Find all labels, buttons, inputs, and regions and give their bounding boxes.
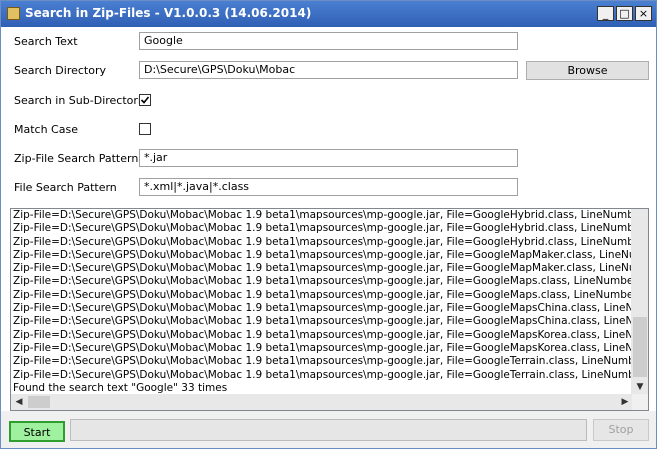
stop-button[interactable]: Stop [593, 419, 649, 441]
result-line: Zip-File=D:\Secure\GPS\Doku\Mobac\Mobac … [13, 248, 633, 261]
scroll-right-arrow-icon[interactable]: ▶ [617, 394, 633, 410]
result-line: Zip-File=D:\Secure\GPS\Doku\Mobac\Mobac … [13, 368, 633, 381]
maximize-button[interactable]: □ [616, 6, 633, 21]
result-line: Zip-File=D:\Secure\GPS\Doku\Mobac\Mobac … [13, 235, 633, 248]
result-line: Zip-File=D:\Secure\GPS\Doku\Mobac\Mobac … [13, 315, 633, 328]
result-line: Zip-File=D:\Secure\GPS\Doku\Mobac\Mobac … [13, 222, 633, 235]
result-line: Zip-File=D:\Secure\GPS\Doku\Mobac\Mobac … [13, 355, 633, 368]
results-list: Zip-File=D:\Secure\GPS\Doku\Mobac\Mobac … [13, 209, 633, 395]
bottom-bar: Start Stop [1, 411, 656, 448]
horizontal-scroll-thumb[interactable] [28, 396, 50, 408]
result-line: Zip-File=D:\Secure\GPS\Doku\Mobac\Mobac … [13, 209, 633, 221]
subdirectories-checkbox[interactable] [139, 94, 151, 106]
browse-button[interactable]: Browse [526, 61, 649, 80]
match-case-checkbox[interactable] [139, 123, 151, 135]
search-directory-label: Search Directory [14, 64, 106, 77]
result-line: Zip-File=D:\Secure\GPS\Doku\Mobac\Mobac … [13, 328, 633, 341]
file-pattern-input[interactable]: *.xml|*.java|*.class [139, 178, 518, 196]
progress-bar [70, 419, 587, 441]
search-text-input[interactable]: Google [139, 32, 518, 50]
scroll-left-arrow-icon[interactable]: ◀ [11, 394, 27, 410]
vertical-scrollbar[interactable]: ▼ [631, 209, 648, 395]
checkmark-icon [140, 96, 150, 104]
file-pattern-label: File Search Pattern [14, 181, 117, 194]
vertical-scroll-thumb[interactable] [633, 317, 647, 377]
result-line: Zip-File=D:\Secure\GPS\Doku\Mobac\Mobac … [13, 262, 633, 275]
subdirectories-label: Search in Sub-Directori [14, 94, 141, 107]
zip-pattern-input[interactable]: *.jar [139, 149, 518, 167]
match-case-label: Match Case [14, 123, 78, 136]
scrollbar-corner [632, 394, 648, 410]
title-bar[interactable]: Search in Zip-Files - V1.0.0.3 (14.06.20… [1, 1, 656, 27]
result-line: Zip-File=D:\Secure\GPS\Doku\Mobac\Mobac … [13, 275, 633, 288]
search-text-label: Search Text [14, 35, 78, 48]
zip-pattern-label: Zip-File Search Pattern [14, 152, 139, 165]
result-line: Zip-File=D:\Secure\GPS\Doku\Mobac\Mobac … [13, 288, 633, 301]
minimize-button[interactable]: _ [597, 6, 614, 21]
search-directory-input[interactable]: D:\Secure\GPS\Doku\Mobac [139, 61, 518, 79]
scroll-down-arrow-icon[interactable]: ▼ [632, 379, 648, 395]
results-textbox[interactable]: Zip-File=D:\Secure\GPS\Doku\Mobac\Mobac … [10, 208, 649, 411]
horizontal-scrollbar[interactable]: ◀ ▶ [11, 394, 633, 410]
result-line: Zip-File=D:\Secure\GPS\Doku\Mobac\Mobac … [13, 341, 633, 354]
close-button[interactable]: × [635, 6, 652, 21]
result-line: Zip-File=D:\Secure\GPS\Doku\Mobac\Mobac … [13, 302, 633, 315]
window-title: Search in Zip-Files - V1.0.0.3 (14.06.20… [25, 6, 312, 20]
app-icon [7, 7, 20, 20]
app-window: Search in Zip-Files - V1.0.0.3 (14.06.20… [0, 0, 657, 449]
form-area: Search Text Google Search Directory D:\S… [1, 27, 656, 448]
start-button[interactable]: Start [9, 421, 65, 442]
